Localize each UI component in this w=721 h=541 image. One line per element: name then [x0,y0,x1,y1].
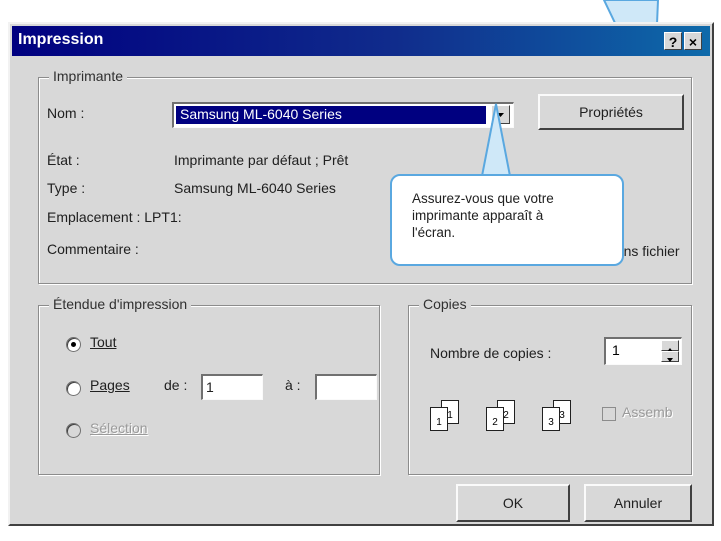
bubble-pointer-shape [480,103,512,177]
callout-line-1: Assurez-vous que votre [412,191,554,206]
bubble-pointer [480,103,512,177]
callout-bubble: Assurez-vous que votre imprimante appara… [390,174,624,266]
callout-line-3: l'écran. [412,225,456,240]
callout-line-2: imprimante apparaît à [412,208,544,223]
